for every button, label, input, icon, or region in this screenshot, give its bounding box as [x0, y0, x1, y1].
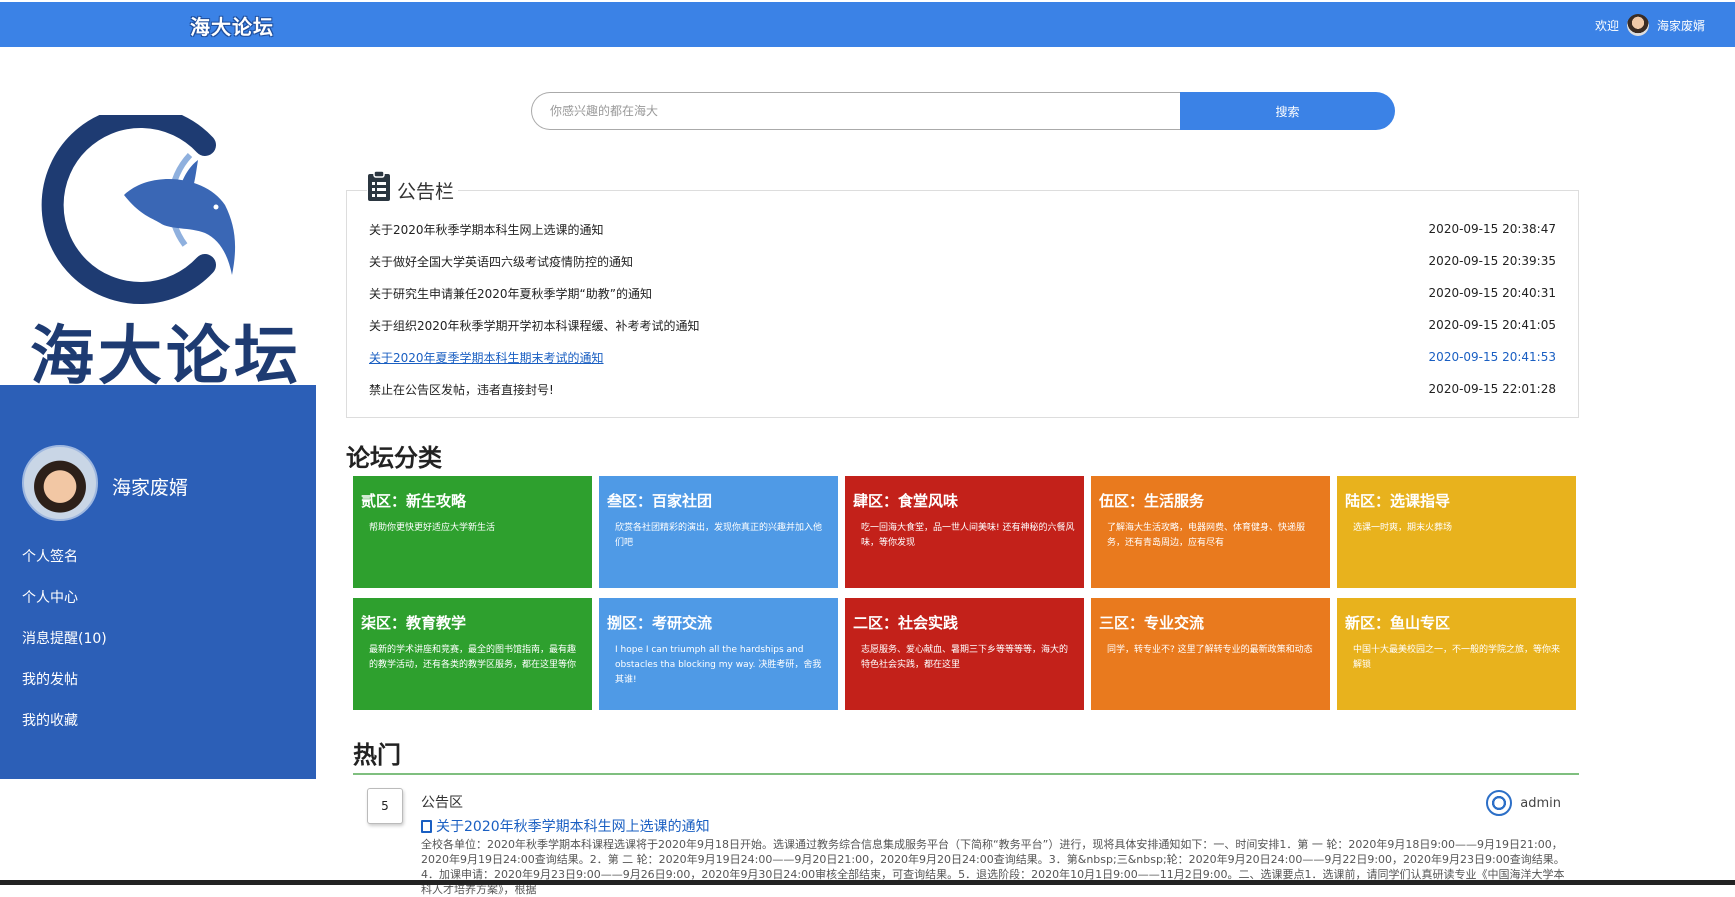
post-title-link[interactable]: 关于2020年秋季学期本科生网上选课的通知 — [421, 816, 710, 836]
categories-heading: 论坛分类 — [346, 444, 442, 472]
category-name: 叁区：百家社团 — [607, 492, 713, 510]
category-desc: 同学，转专业不? 这里了解转专业的最新政策和动态 — [1107, 645, 1313, 655]
clipboard-icon — [368, 169, 390, 201]
reply-count-badge: 5 — [367, 788, 403, 824]
notice-item: 关于组织2020年秋季学期开学初本科课程缓、补考考试的通知 2020-09-15 … — [369, 309, 1556, 341]
user-avatar-small[interactable] — [1626, 14, 1649, 36]
category-tile-social-practice[interactable]: 二区：社会实践 志愿服务、爱心献血、暑期三下乡等等等等，海大的特色社会实践，都在… — [845, 598, 1084, 710]
notice-time: 2020-09-15 20:38:47 — [1428, 222, 1556, 236]
post-board[interactable]: 公告区 — [421, 792, 463, 812]
document-icon — [421, 819, 432, 833]
notice-list: 关于2020年秋季学期本科生网上选课的通知 2020-09-15 20:38:47… — [369, 213, 1556, 405]
notice-board: 公告栏 关于2020年秋季学期本科生网上选课的通知 2020-09-15 20:3… — [346, 167, 1579, 418]
site-logo: 海大论坛 — [0, 106, 316, 394]
sidebar-item-messages[interactable]: 消息提醒(10) — [22, 619, 107, 660]
post-excerpt: 全校各单位：2020年秋季学期本科课程选课将于2020年9月18日开始。选课通过… — [421, 838, 1565, 896]
notice-link[interactable]: 关于2020年夏季学期本科生期末考试的通知 — [369, 349, 604, 366]
category-name: 二区：社会实践 — [853, 614, 959, 632]
welcome-text: 欢迎 — [1594, 18, 1619, 33]
category-name: 柒区：教育教学 — [361, 614, 467, 632]
user-menu[interactable]: 欢迎 海家废婿 — [1595, 14, 1705, 36]
notice-link[interactable]: 禁止在公告区发帖，违者直接封号! — [369, 381, 554, 398]
sidebar-item-my-posts[interactable]: 我的发帖 — [22, 660, 107, 701]
sidebar-menu: 个人签名 个人中心 消息提醒(10) 我的发帖 我的收藏 — [22, 537, 107, 742]
search-bar: 搜索 — [531, 92, 1395, 130]
notice-board-title: 公告栏 — [397, 181, 455, 203]
category-tile-life-service[interactable]: 伍区：生活服务 了解海大生活攻略，电器网费、体育健身、快递服务，还有青岛周边，应… — [1091, 476, 1330, 588]
category-tile-yushan[interactable]: 新区：鱼山专区 中国十大最美校园之一，不一般的学院之旅，等你来解锁 — [1337, 598, 1576, 710]
category-desc: 帮助你更快更好适应大学新生活 — [369, 523, 496, 533]
category-name: 肆区：食堂风味 — [853, 492, 959, 510]
post-author[interactable]: admin — [1486, 790, 1561, 816]
category-tile-postgrad[interactable]: 捌区：考研交流 I hope I can triumph all the har… — [599, 598, 838, 710]
category-name: 三区：专业交流 — [1099, 614, 1205, 632]
hot-post: 5 公告区 admin 关于2020年秋季学期本科生网上选课的通知 全校各单位：… — [353, 786, 1579, 896]
notice-board-header: 公告栏 — [367, 167, 459, 204]
sidebar-username[interactable]: 海家废婿 — [112, 473, 188, 500]
category-desc: 最新的学术讲座和竞赛，最全的图书馆指南，最有趣的教学活动，还有各类的教学区服务，… — [369, 645, 577, 670]
post-title: 关于2020年秋季学期本科生网上选课的通知 — [436, 819, 710, 835]
category-desc: 欣赏各社团精彩的演出，发现你真正的兴趣并加入他们吧 — [615, 523, 823, 548]
notice-time: 2020-09-15 20:41:05 — [1428, 318, 1556, 332]
category-name: 伍区：生活服务 — [1099, 492, 1205, 510]
sidebar-item-favorites[interactable]: 我的收藏 — [22, 701, 107, 742]
category-desc: 了解海大生活攻略，电器网费、体育健身、快递服务，还有青岛周边，应有尽有 — [1107, 523, 1306, 548]
notice-time: 2020-09-15 22:01:28 — [1428, 382, 1556, 396]
notice-link[interactable]: 关于组织2020年秋季学期开学初本科课程缓、补考考试的通知 — [369, 317, 700, 334]
notice-item: 关于研究生申请兼任2020年夏秋季学期“助教”的通知 2020-09-15 20:… — [369, 277, 1556, 309]
sidebar-item-signature[interactable]: 个人签名 — [22, 537, 107, 578]
top-navbar: 海大论坛 欢迎 海家废婿 — [0, 2, 1735, 47]
category-desc: I hope I can triumph all the hardships a… — [615, 645, 822, 685]
category-desc: 中国十大最美校园之一，不一般的学院之旅，等你来解锁 — [1353, 645, 1561, 670]
category-tile-course-guide[interactable]: 陆区：选课指导 选课一时爽，期末火葬场 — [1337, 476, 1576, 588]
search-button[interactable]: 搜索 — [1180, 92, 1395, 130]
category-tile-major-exchange[interactable]: 三区：专业交流 同学，转专业不? 这里了解转专业的最新政策和动态 — [1091, 598, 1330, 710]
category-name: 陆区：选课指导 — [1345, 492, 1451, 510]
category-desc: 选课一时爽，期末火葬场 — [1353, 523, 1453, 533]
sidebar-item-profile[interactable]: 个人中心 — [22, 578, 107, 619]
notice-time: 2020-09-15 20:41:53 — [1428, 350, 1556, 364]
author-name: admin — [1520, 795, 1561, 811]
category-name: 新区：鱼山专区 — [1345, 614, 1451, 632]
notice-link[interactable]: 关于做好全国大学英语四六级考试疫情防控的通知 — [369, 253, 633, 270]
search-input[interactable] — [531, 92, 1180, 130]
notice-time: 2020-09-15 20:39:35 — [1428, 254, 1556, 268]
sidebar: 海家废婿 个人签名 个人中心 消息提醒(10) 我的发帖 我的收藏 — [0, 385, 316, 779]
user-avatar[interactable] — [22, 445, 98, 521]
notice-link[interactable]: 关于2020年秋季学期本科生网上选课的通知 — [369, 221, 604, 238]
category-tile-clubs[interactable]: 叁区：百家社团 欣赏各社团精彩的演出，发现你真正的兴趣并加入他们吧 — [599, 476, 838, 588]
category-desc: 吃一回海大食堂，品一世人间美味! 还有神秘的六餐风味，等你发现 — [861, 523, 1075, 548]
category-grid: 贰区：新生攻略 帮助你更快更好适应大学新生活 叁区：百家社团 欣赏各社团精彩的演… — [353, 476, 1579, 710]
hot-heading: 热门 — [353, 741, 401, 769]
author-avatar-icon — [1486, 790, 1513, 816]
category-desc: 志愿服务、爱心献血、暑期三下乡等等等等，海大的特色社会实践，都在这里 — [861, 645, 1069, 670]
dolphin-logo-icon — [41, 106, 236, 304]
logo-wordmark: 海大论坛 — [30, 320, 302, 394]
notice-item-hovered: 关于2020年夏季学期本科生期末考试的通知 2020-09-15 20:41:53 — [369, 341, 1556, 373]
category-name: 捌区：考研交流 — [607, 614, 713, 632]
category-tile-education[interactable]: 柒区：教育教学 最新的学术讲座和竞赛，最全的图书馆指南，最有趣的教学活动，还有各… — [353, 598, 592, 710]
notice-item: 关于2020年秋季学期本科生网上选课的通知 2020-09-15 20:38:47 — [369, 213, 1556, 245]
top-username[interactable]: 海家废婿 — [1657, 17, 1705, 34]
notice-item: 禁止在公告区发帖，违者直接封号! 2020-09-15 22:01:28 — [369, 373, 1556, 405]
notice-link[interactable]: 关于研究生申请兼任2020年夏秋季学期“助教”的通知 — [369, 285, 652, 302]
category-tile-freshman[interactable]: 贰区：新生攻略 帮助你更快更好适应大学新生活 — [353, 476, 592, 588]
category-name: 贰区：新生攻略 — [361, 492, 467, 510]
category-tile-canteen[interactable]: 肆区：食堂风味 吃一回海大食堂，品一世人间美味! 还有神秘的六餐风味，等你发现 — [845, 476, 1084, 588]
hot-divider — [353, 773, 1579, 775]
notice-time: 2020-09-15 20:40:31 — [1428, 286, 1556, 300]
site-brand[interactable]: 海大论坛 — [190, 11, 274, 40]
taskbar-strip — [0, 880, 1735, 885]
notice-item: 关于做好全国大学英语四六级考试疫情防控的通知 2020-09-15 20:39:3… — [369, 245, 1556, 277]
